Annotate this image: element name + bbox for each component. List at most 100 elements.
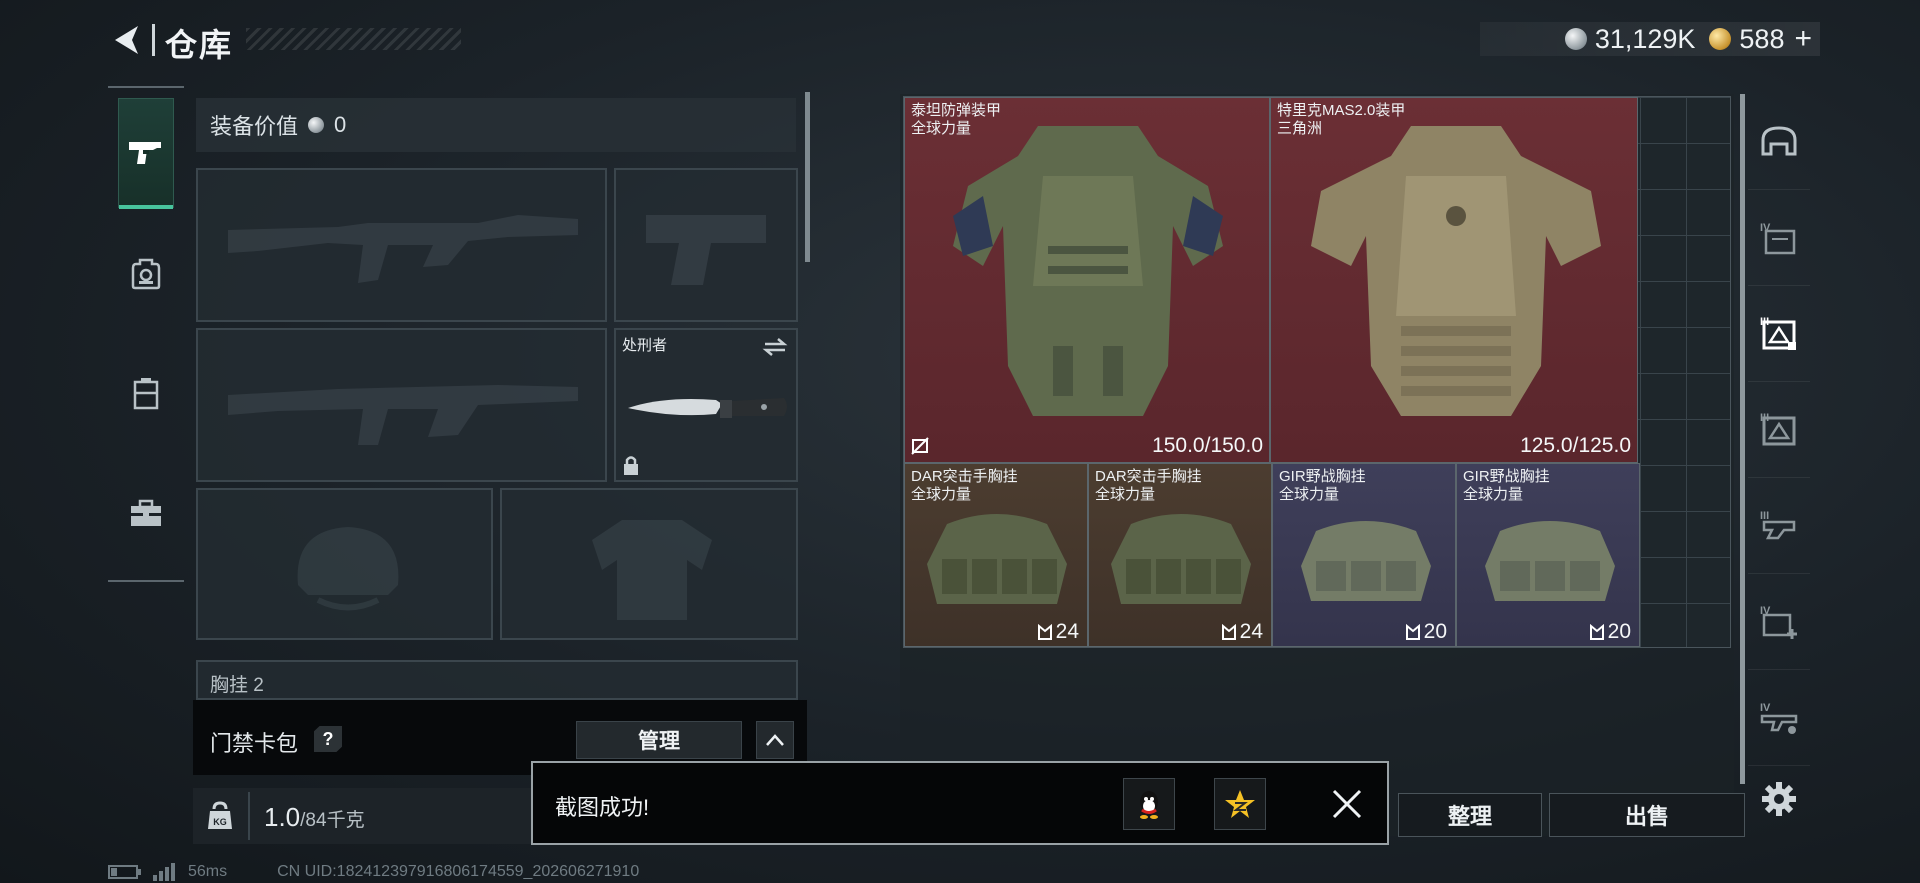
capacity-icon [1405, 624, 1420, 640]
melee-slot[interactable]: 处刑者 [614, 328, 798, 482]
uid-text: CN UID:18241239791680617455​9_2026062719… [277, 863, 640, 880]
inventory-item[interactable]: 泰坦防弹装甲 全球力量 150.0/150.0 [904, 97, 1270, 463]
manage-button[interactable]: 管理 [576, 721, 742, 759]
item-capacity: 24 [1221, 620, 1263, 644]
filter-helmet[interactable] [1748, 94, 1810, 190]
sell-button[interactable]: 出售 [1549, 793, 1745, 837]
sort-button[interactable]: 整理 [1398, 793, 1542, 837]
item-capacity-value: 20 [1423, 620, 1447, 643]
filter-armor-ii-icon: III [1760, 412, 1796, 445]
kettlebell-icon: KG [208, 801, 232, 829]
filter-rig-icon: III [1760, 510, 1796, 539]
filter-weapon-iv[interactable]: IV [1748, 670, 1810, 766]
body-armor-image [953, 126, 1223, 416]
back-arrow-icon [115, 26, 138, 54]
silver-coin-icon [308, 117, 325, 133]
toast-close-button[interactable] [1325, 782, 1369, 826]
tab-locker[interactable] [118, 338, 174, 448]
filter-medical-iv[interactable]: IV [1748, 574, 1810, 670]
weight-indicator: KG [200, 795, 240, 837]
item-capacity-value: 24 [1055, 620, 1079, 643]
filter-weapon-iv-icon: IV [1760, 702, 1798, 734]
weight-value: 1.0/84千克 [264, 802, 365, 833]
filter-armor-ii[interactable]: III [1748, 382, 1810, 478]
currency-silver: 31,129K [1564, 24, 1695, 55]
share-qq-button[interactable] [1123, 778, 1175, 830]
title-divider [152, 24, 155, 56]
filter-rig[interactable]: III [1748, 478, 1810, 574]
help-icon[interactable]: ? [314, 726, 342, 752]
chest-rig-slot[interactable]: 胸挂 2 [196, 660, 798, 700]
capacity-icon [1037, 624, 1052, 640]
chest-rig-image [1111, 514, 1251, 604]
inventory-item[interactable]: DAR突击手胸挂 全球力量 24 [904, 463, 1088, 647]
inventory-item[interactable]: GIR野战胸挂 全球力量 20 [1456, 463, 1640, 647]
helmet-slot[interactable] [196, 488, 493, 640]
settings-button[interactable] [1758, 778, 1800, 820]
gear-icon [1762, 782, 1796, 816]
swap-icon[interactable] [762, 336, 788, 358]
tab-weapons[interactable] [118, 98, 174, 209]
item-faction: 全球力量 [911, 486, 972, 503]
item-faction: 全球力量 [1279, 486, 1340, 503]
access-card-title: 门禁卡包 [210, 731, 299, 756]
chest-rig-image [1301, 521, 1431, 601]
svg-text:KG: KG [213, 817, 227, 827]
filter-rig-tier: III [1760, 510, 1769, 522]
filter-armor-iii[interactable]: III [1748, 286, 1810, 382]
rifle-silhouette-icon [228, 385, 578, 445]
page-title: 仓库 [165, 27, 234, 63]
armor-silhouette-icon [592, 520, 712, 620]
capacity-icon [1589, 624, 1604, 640]
primary-weapon-slot[interactable] [196, 168, 607, 322]
lock-icon [624, 456, 638, 475]
back-button[interactable] [108, 20, 144, 60]
toast-message: 截图成功! [555, 795, 650, 820]
close-icon [1332, 789, 1362, 819]
chest-rig-image [927, 514, 1067, 604]
filter-weapon-iv-tier: IV [1760, 702, 1771, 714]
pistol-icon [129, 142, 161, 164]
filter-medical-iv-icon: IV [1760, 605, 1797, 639]
inventory-item[interactable]: 特里克MAS2.0装甲 三角洲 125.0/125.0 [1270, 97, 1638, 463]
currency-bar: 31,129K 588 + [1480, 22, 1820, 56]
stash-scrollbar[interactable] [1740, 94, 1745, 784]
item-capacity-value: 24 [1239, 620, 1263, 643]
filter-armor-iv[interactable]: IV [1748, 190, 1810, 286]
weight-divider [248, 792, 250, 840]
body-armor-slot[interactable] [500, 488, 798, 640]
currency-gold[interactable]: 588 + [1709, 22, 1812, 56]
inventory-item[interactable]: GIR野战胸挂 全球力量 20 [1272, 463, 1456, 647]
chest-rig-label: 胸挂 2 [210, 675, 264, 696]
qq-icon [1140, 791, 1158, 819]
ping-value: 56ms [188, 863, 228, 880]
item-capacity-value: 20 [1607, 620, 1631, 643]
signal-icon [153, 863, 175, 881]
weight-capacity: /84千克 [300, 810, 365, 831]
item-name: GIR野战胸挂 [1463, 468, 1550, 485]
pistol-silhouette-icon [646, 215, 766, 285]
tab-toolbox[interactable] [118, 458, 174, 568]
filter-armor-iii-icon: III [1760, 316, 1796, 350]
category-tab-rail [108, 86, 184, 582]
add-currency-icon[interactable]: + [1794, 22, 1812, 56]
share-qzone-button[interactable] [1214, 778, 1266, 830]
gold-amount: 588 [1739, 23, 1785, 54]
item-durability: 150.0/150.0 [1152, 434, 1263, 457]
item-durability: 125.0/125.0 [1520, 434, 1631, 457]
sidearm-slot[interactable] [614, 168, 798, 322]
tab-backpack[interactable] [118, 218, 174, 328]
stash-grid[interactable]: 泰坦防弹装甲 全球力量 150.0/150.0 特里克MAS2.0装甲 三角洲 [903, 96, 1731, 648]
item-name: DAR突击手胸挂 [1095, 468, 1202, 485]
title-decoration [246, 28, 461, 50]
loadout-scrollbar[interactable] [805, 92, 810, 262]
item-capacity: 20 [1589, 620, 1631, 644]
silver-coin-icon [1564, 28, 1587, 50]
capacity-icon [1221, 624, 1236, 640]
inventory-item[interactable]: DAR突击手胸挂 全球力量 24 [1088, 463, 1272, 647]
helmet-silhouette-icon [297, 527, 399, 611]
collapse-button[interactable] [756, 721, 794, 759]
item-name: GIR野战胸挂 [1279, 468, 1366, 485]
knife-icon [628, 398, 787, 418]
secondary-weapon-slot[interactable] [196, 328, 607, 482]
